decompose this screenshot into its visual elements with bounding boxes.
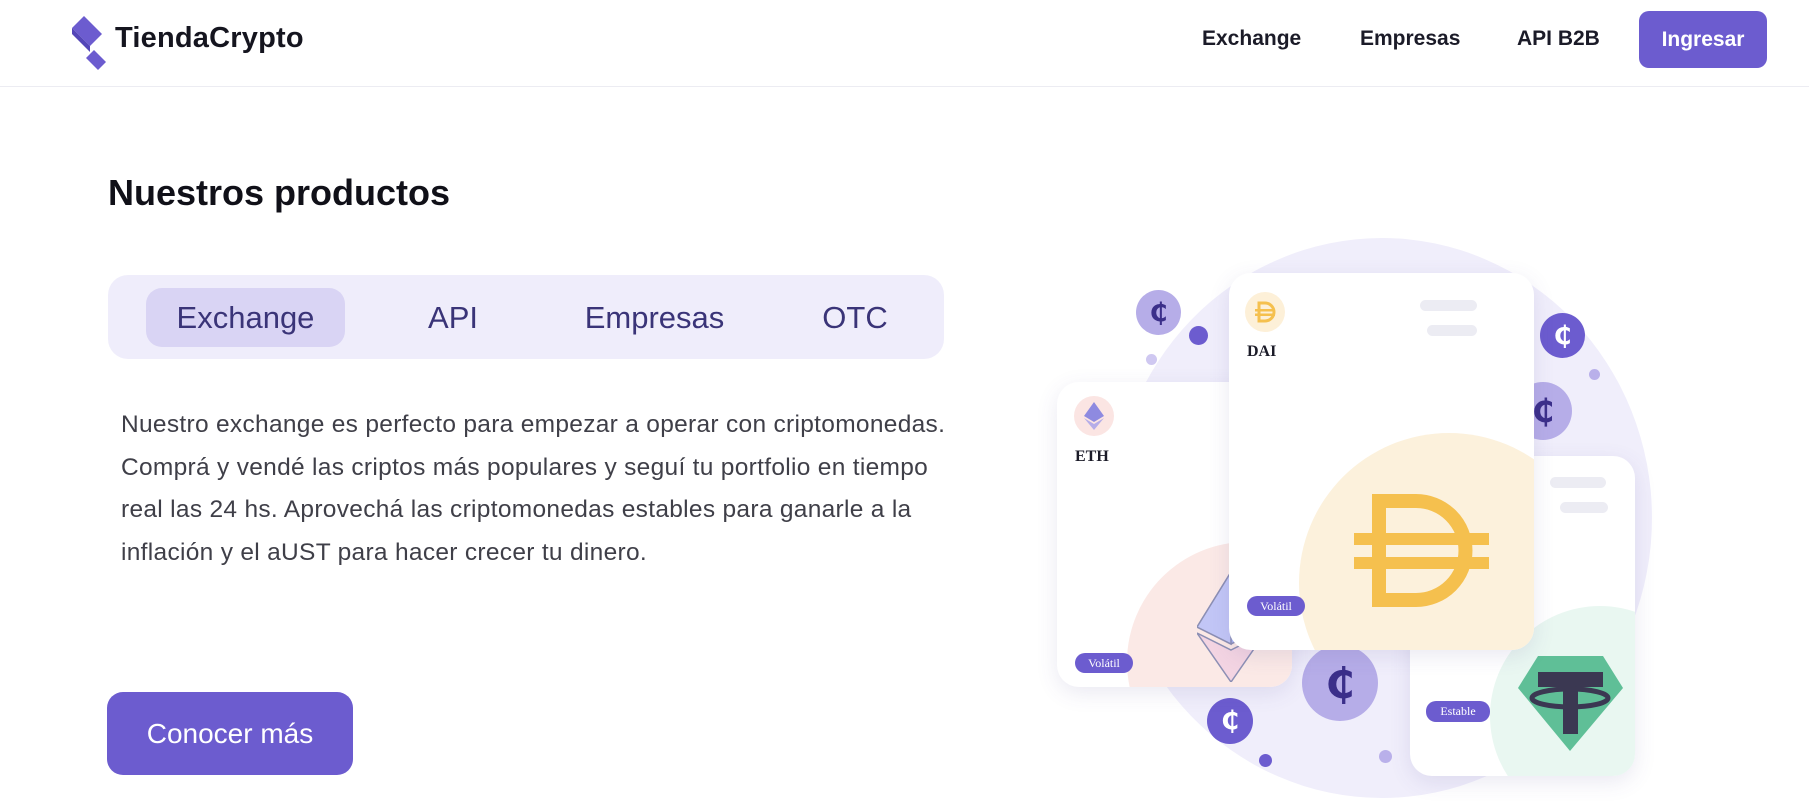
placeholder-bar	[1550, 477, 1606, 488]
volatile-tag: Volátil	[1247, 596, 1305, 616]
eth-symbol: ETH	[1075, 448, 1109, 465]
coin-badge-icon: ₵	[1302, 645, 1378, 721]
dai-symbol: DAI	[1247, 343, 1277, 360]
brand-name[interactable]: TiendaCrypto	[115, 22, 304, 55]
decor-dot	[1189, 326, 1208, 345]
product-tabs: Exchange API Empresas OTC	[108, 275, 944, 359]
ethereum-small-icon	[1074, 396, 1114, 436]
decor-dot	[1589, 369, 1600, 380]
section-title: Nuestros productos	[108, 172, 451, 213]
stable-tag: Estable	[1426, 701, 1490, 722]
coin-badge-icon: ₵	[1540, 313, 1585, 358]
tether-icon	[1518, 656, 1623, 751]
dai-small-icon	[1245, 292, 1285, 332]
dai-icon	[1354, 494, 1489, 607]
tiendacrypto-logo-icon[interactable]	[68, 14, 118, 70]
nav-empresas[interactable]: Empresas	[1360, 27, 1460, 51]
crypto-illustration: ₵ ₵ ₵ ₵ ₵ ETH Volátil Estable DAI Voláti…	[1040, 230, 1680, 801]
decor-dot	[1379, 750, 1392, 763]
coin-badge-icon: ₵	[1136, 290, 1181, 335]
nav-exchange[interactable]: Exchange	[1202, 27, 1301, 51]
placeholder-bar	[1427, 325, 1477, 336]
product-description: Nuestro exchange es perfecto para empeza…	[121, 411, 946, 566]
learn-more-button[interactable]: Conocer más	[107, 692, 353, 775]
nav-api-b2b[interactable]: API B2B	[1517, 27, 1600, 51]
placeholder-bar	[1560, 502, 1608, 513]
placeholder-bar	[1420, 300, 1477, 311]
dai-card: DAI Volátil	[1229, 273, 1534, 650]
login-button[interactable]: Ingresar	[1639, 11, 1767, 68]
decor-dot	[1259, 754, 1272, 767]
top-navbar: TiendaCrypto Exchange Empresas API B2B I…	[0, 0, 1809, 87]
volatile-tag: Volátil	[1075, 653, 1133, 673]
tab-empresas[interactable]: Empresas	[552, 288, 757, 347]
decor-dot	[1146, 354, 1157, 365]
tab-otc[interactable]: OTC	[798, 288, 912, 347]
coin-badge-icon: ₵	[1207, 698, 1253, 744]
tab-api[interactable]: API	[398, 288, 508, 347]
tab-exchange[interactable]: Exchange	[146, 288, 345, 347]
